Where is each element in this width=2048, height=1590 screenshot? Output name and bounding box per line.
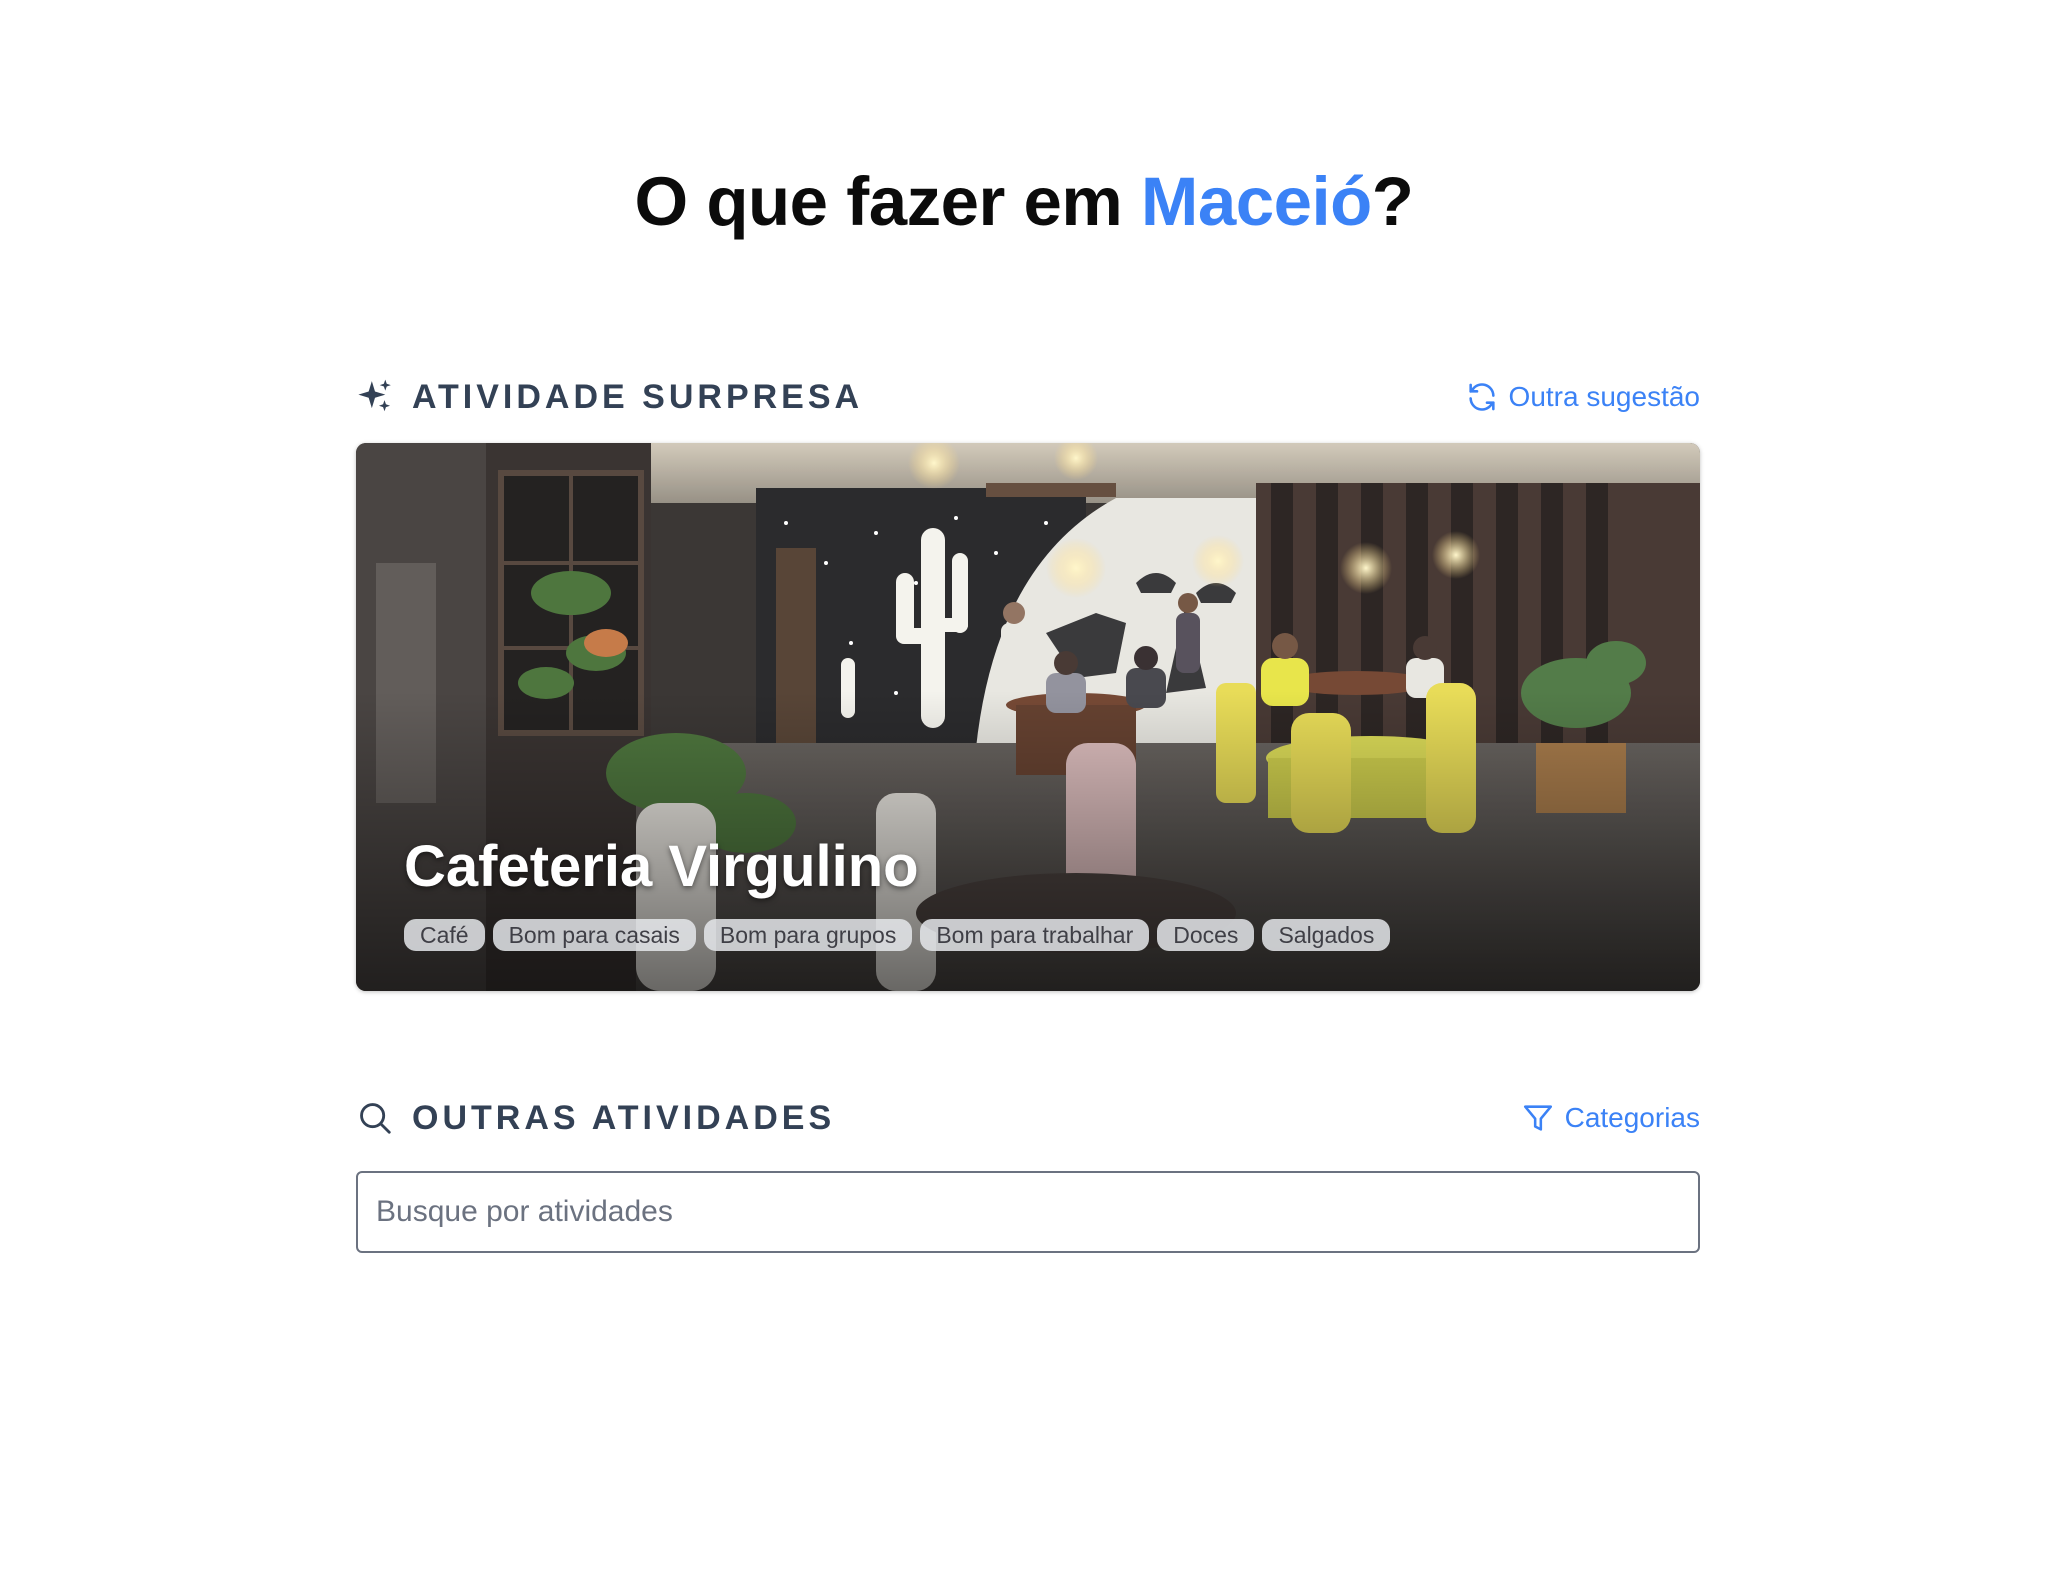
activity-tag: Café <box>404 919 485 951</box>
activity-tag: Salgados <box>1262 919 1391 951</box>
activity-tags: Café Bom para casais Bom para grupos Bom… <box>404 919 1391 951</box>
other-activities-heading-group: OUTRAS ATIVIDADES <box>356 1099 835 1138</box>
page-title: O que fazer em Maceió? <box>0 160 2048 244</box>
page-title-city: Maceió <box>1140 163 1372 240</box>
surprise-activity-card[interactable]: Cafeteria Virgulino Café Bom para casais… <box>356 443 1700 991</box>
another-suggestion-button[interactable]: Outra sugestão <box>1465 380 1700 414</box>
sparkles-icon <box>356 378 394 416</box>
another-suggestion-label: Outra sugestão <box>1508 381 1700 412</box>
activity-tag: Doces <box>1157 919 1255 951</box>
activity-tag: Bom para grupos <box>703 919 913 951</box>
surprise-section-header: ATIVIDADE SURPRESA Outra sugestão <box>356 373 1700 421</box>
other-activities-header: OUTRAS ATIVIDADES Categorias <box>356 1094 1700 1142</box>
filter-icon <box>1521 1101 1555 1135</box>
search-icon <box>356 1099 394 1137</box>
refresh-icon <box>1465 380 1499 414</box>
activity-tag: Bom para casais <box>492 919 696 951</box>
page-title-suffix: ? <box>1371 163 1414 240</box>
categories-filter-button[interactable]: Categorias <box>1521 1101 1700 1135</box>
search-activities-input[interactable] <box>356 1171 1700 1253</box>
page-title-prefix: O que fazer em <box>634 163 1141 240</box>
surprise-heading-group: ATIVIDADE SURPRESA <box>356 378 863 417</box>
other-activities-heading: OUTRAS ATIVIDADES <box>412 1098 836 1137</box>
surprise-heading: ATIVIDADE SURPRESA <box>412 377 864 416</box>
categories-label: Categorias <box>1564 1102 1700 1133</box>
activity-name: Cafeteria Virgulino <box>404 834 919 899</box>
activity-tag: Bom para trabalhar <box>920 919 1150 951</box>
